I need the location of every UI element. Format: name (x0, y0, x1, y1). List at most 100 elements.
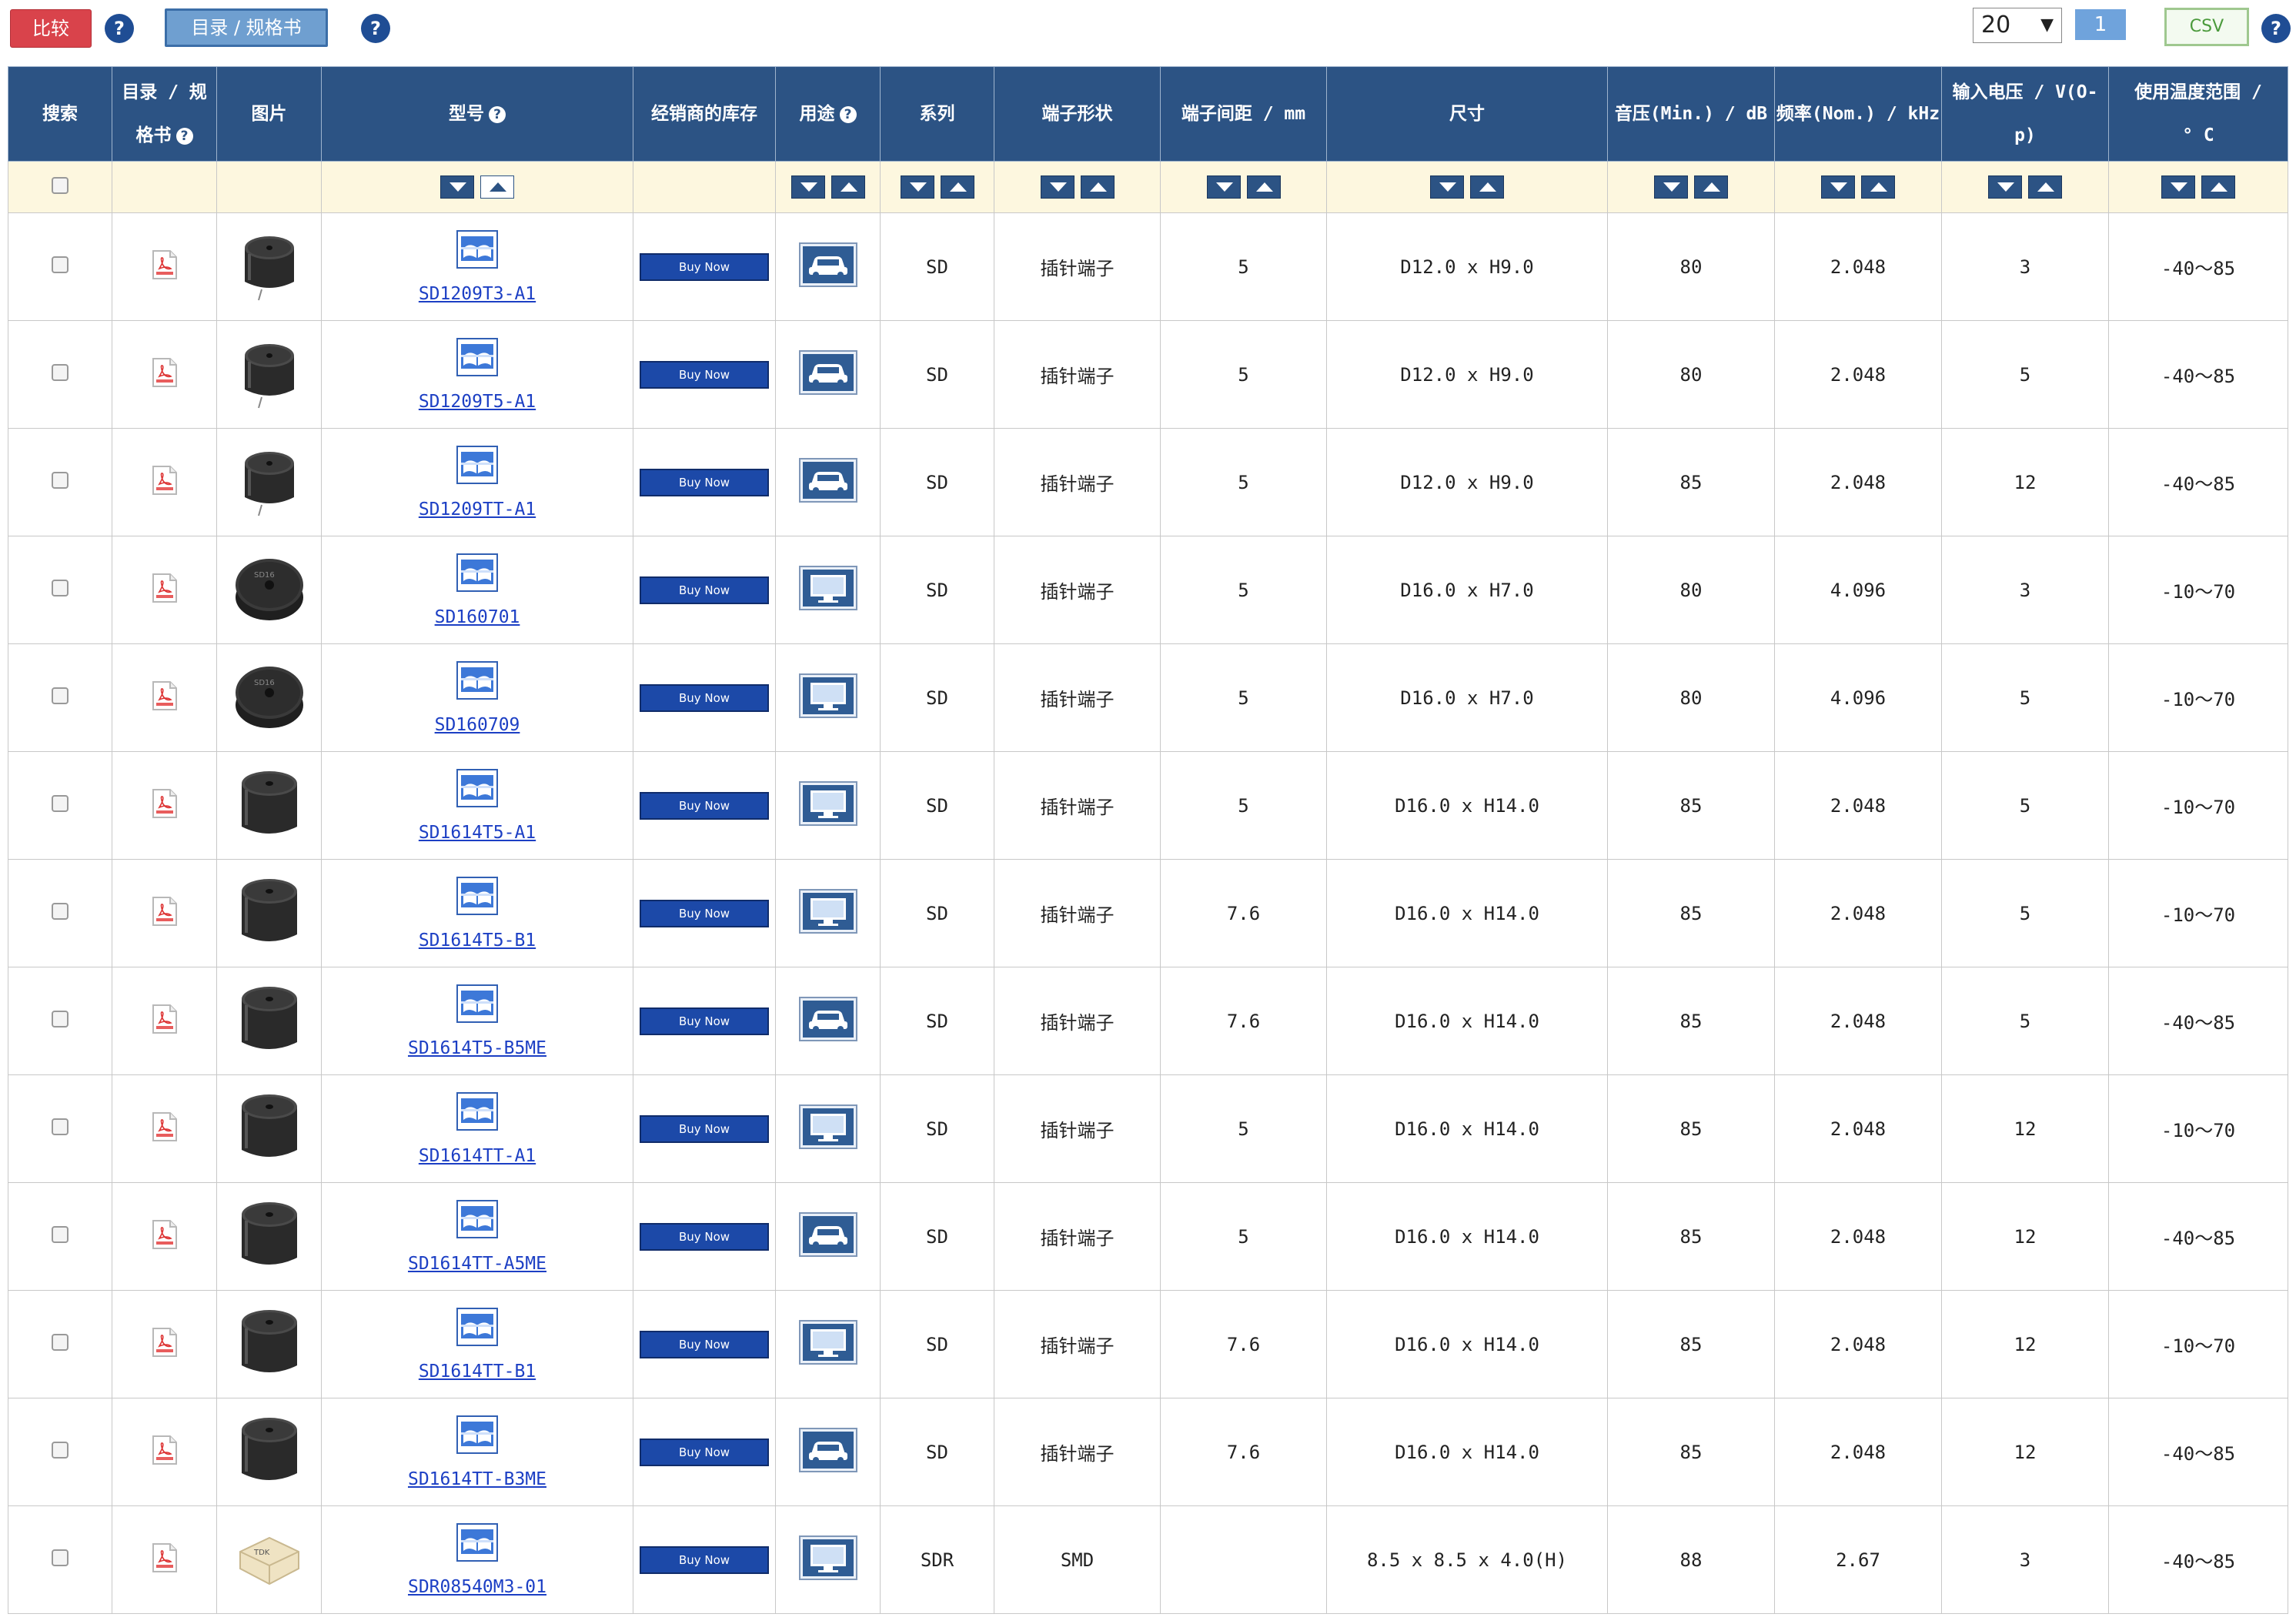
sort-asc-button[interactable] (1861, 175, 1895, 199)
help-icon[interactable]: ? (489, 105, 506, 123)
product-image[interactable] (232, 228, 306, 306)
product-image[interactable]: SD16 (232, 659, 306, 737)
catalog-page-icon[interactable] (456, 445, 498, 484)
sort-asc-button[interactable] (2201, 175, 2235, 199)
catalog-page-icon[interactable] (456, 768, 498, 807)
csv-export-button[interactable]: CSV (2164, 8, 2249, 46)
compare-checkbox[interactable] (52, 794, 69, 812)
compare-checkbox[interactable] (52, 1118, 69, 1135)
buy-now-button[interactable]: Buy Now (640, 1545, 769, 1574)
product-image[interactable] (232, 1198, 306, 1276)
catalog-page-icon[interactable] (456, 229, 498, 269)
buy-now-button[interactable]: Buy Now (640, 1007, 769, 1035)
buy-now-button[interactable]: Buy Now (640, 360, 769, 389)
model-link[interactable]: SD1209T5-A1 (322, 392, 633, 412)
buy-now-button[interactable]: Buy Now (640, 791, 769, 820)
compare-checkbox[interactable] (52, 363, 69, 381)
pdf-icon[interactable] (152, 357, 178, 387)
model-link[interactable]: SD1614TT-B1 (322, 1362, 633, 1382)
product-image[interactable]: SD16 (232, 551, 306, 630)
sort-desc-button[interactable] (1040, 175, 1074, 199)
help-icon[interactable]: ? (105, 14, 134, 43)
buy-now-button[interactable]: Buy Now (640, 1114, 769, 1143)
sort-asc-button[interactable] (2028, 175, 2062, 199)
catalog-page-icon[interactable] (456, 660, 498, 700)
sort-desc-button[interactable] (900, 175, 934, 199)
catalog-spec-button[interactable]: 目录 / 规格书 (165, 8, 328, 47)
sort-asc-button[interactable] (1470, 175, 1504, 199)
pdf-icon[interactable] (152, 788, 178, 818)
catalog-page-icon[interactable] (456, 1199, 498, 1238)
compare-checkbox[interactable] (52, 1010, 69, 1028)
sort-asc-button[interactable] (1246, 175, 1281, 199)
buy-now-button[interactable]: Buy Now (640, 1438, 769, 1466)
sort-desc-button[interactable] (1654, 175, 1688, 199)
sort-desc-button[interactable] (1821, 175, 1855, 199)
product-image[interactable] (232, 443, 306, 522)
pdf-icon[interactable] (152, 1435, 178, 1465)
pdf-icon[interactable] (152, 465, 178, 495)
product-image[interactable] (232, 336, 306, 414)
model-link[interactable]: SD1614T5-A1 (322, 823, 633, 843)
buy-now-button[interactable]: Buy Now (640, 252, 769, 281)
sort-asc-button[interactable] (831, 175, 865, 199)
sort-asc-button[interactable] (480, 175, 514, 199)
compare-checkbox[interactable] (52, 687, 69, 704)
model-link[interactable]: SD160709 (322, 715, 633, 735)
select-all-checkbox[interactable] (52, 177, 69, 194)
model-link[interactable]: SD1209T3-A1 (322, 284, 633, 304)
sort-desc-button[interactable] (440, 175, 474, 199)
product-image[interactable]: TDK (232, 1521, 306, 1599)
pdf-icon[interactable] (152, 1327, 178, 1357)
sort-desc-button[interactable] (1988, 175, 2022, 199)
help-icon[interactable]: ? (361, 14, 390, 43)
buy-now-button[interactable]: Buy Now (640, 468, 769, 496)
model-link[interactable]: SD1614TT-A1 (322, 1146, 633, 1166)
catalog-page-icon[interactable] (456, 876, 498, 915)
catalog-page-icon[interactable] (456, 1091, 498, 1131)
compare-checkbox[interactable] (52, 579, 69, 596)
compare-checkbox[interactable] (52, 1333, 69, 1351)
sort-desc-button[interactable] (1430, 175, 1464, 199)
pdf-icon[interactable] (152, 573, 178, 603)
product-image[interactable] (232, 982, 306, 1061)
sort-asc-button[interactable] (1694, 175, 1728, 199)
pdf-icon[interactable] (152, 1219, 178, 1249)
sort-desc-button[interactable] (790, 175, 825, 199)
product-image[interactable] (232, 767, 306, 845)
sort-desc-button[interactable] (1206, 175, 1241, 199)
compare-checkbox[interactable] (52, 1225, 69, 1243)
pdf-icon[interactable] (152, 249, 178, 279)
compare-button[interactable]: 比较 (10, 9, 92, 48)
pdf-icon[interactable] (152, 680, 178, 710)
pdf-icon[interactable] (152, 1111, 178, 1141)
sort-desc-button[interactable] (2161, 175, 2195, 199)
buy-now-button[interactable]: Buy Now (640, 1330, 769, 1358)
model-link[interactable]: SD1614T5-B5ME (322, 1038, 633, 1058)
buy-now-button[interactable]: Buy Now (640, 576, 769, 604)
compare-checkbox[interactable] (52, 902, 69, 920)
catalog-page-icon[interactable] (456, 337, 498, 376)
product-image[interactable] (232, 1090, 306, 1168)
page-1-button[interactable]: 1 (2075, 9, 2126, 40)
product-image[interactable] (232, 1305, 306, 1384)
pdf-icon[interactable] (152, 1542, 178, 1572)
catalog-page-icon[interactable] (456, 1522, 498, 1562)
model-link[interactable]: SD160701 (322, 607, 633, 627)
product-image[interactable] (232, 874, 306, 953)
compare-checkbox[interactable] (52, 1441, 69, 1459)
catalog-page-icon[interactable] (456, 984, 498, 1023)
sort-asc-button[interactable] (1080, 175, 1115, 199)
model-link[interactable]: SD1209TT-A1 (322, 500, 633, 520)
sort-asc-button[interactable] (940, 175, 974, 199)
compare-checkbox[interactable] (52, 256, 69, 273)
pdf-icon[interactable] (152, 896, 178, 926)
pdf-icon[interactable] (152, 1004, 178, 1034)
catalog-page-icon[interactable] (456, 1415, 498, 1454)
help-icon[interactable]: ? (839, 105, 857, 123)
model-link[interactable]: SD1614TT-B3ME (322, 1469, 633, 1489)
model-link[interactable]: SDR08540M3-01 (322, 1577, 633, 1597)
catalog-page-icon[interactable] (456, 553, 498, 592)
compare-checkbox[interactable] (52, 1549, 69, 1566)
per-page-select[interactable]: 20 ▼ (1973, 8, 2062, 43)
